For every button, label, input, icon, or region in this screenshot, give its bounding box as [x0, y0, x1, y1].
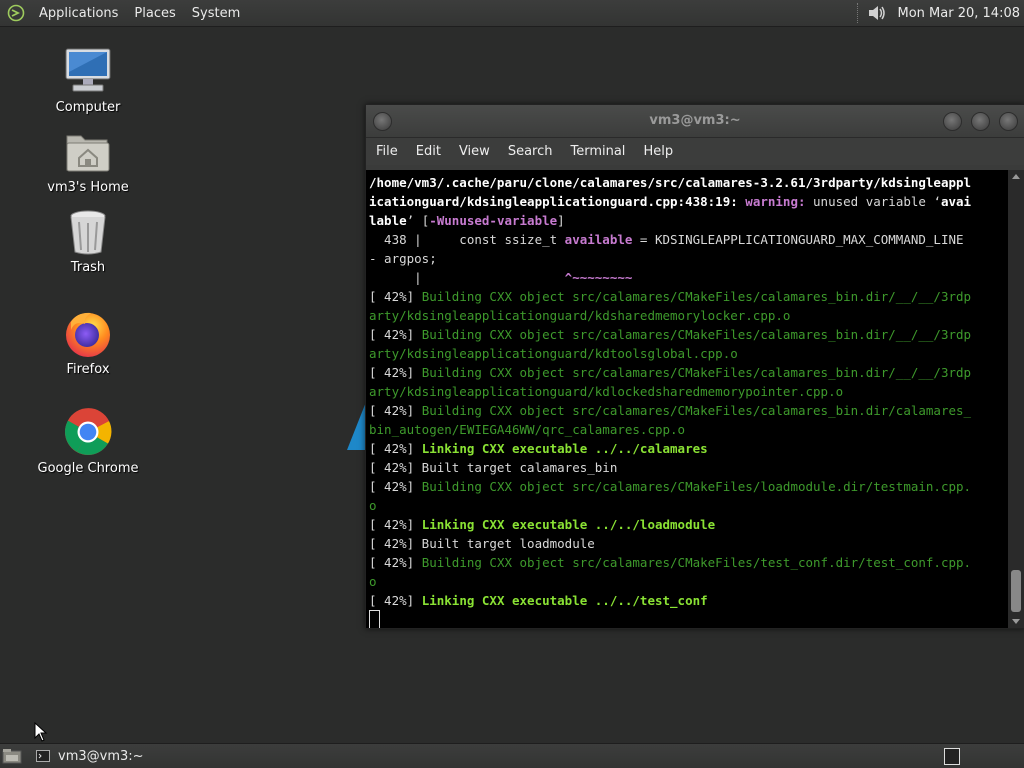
desktop-icon-home[interactable]: vm3's Home — [33, 128, 143, 195]
caret-marker: ^~~~~~~~~ — [564, 270, 633, 285]
close-button[interactable] — [999, 112, 1018, 131]
places-menu[interactable]: Places — [126, 6, 183, 21]
highlighted-identifier: available — [564, 232, 633, 247]
output-text: Building CXX object src/calamares/CMakeF… — [421, 365, 972, 380]
output-line: /home/vm3/.cache/paru/clone/calamares/sr… — [369, 175, 972, 190]
desktop-icon-label: Firefox — [66, 362, 110, 377]
bottom-panel: vm3@vm3:~ — [0, 743, 1024, 768]
menu-view[interactable]: View — [453, 144, 502, 159]
window-title: vm3@vm3:~ — [649, 113, 741, 128]
output-text: Building CXX object src/calamares/CMakeF… — [421, 403, 972, 418]
desktop-icon-label: Computer — [55, 100, 121, 115]
panel-separator — [856, 3, 860, 23]
workspace-switcher[interactable] — [944, 748, 960, 765]
output-line: [ 42%] Built target calamares_bin — [369, 460, 618, 475]
maximize-button[interactable] — [971, 112, 990, 131]
output-text: Building CXX object src/calamares/CMakeF… — [421, 327, 972, 342]
computer-icon — [65, 48, 111, 92]
warning-flag: -Wunused-variable — [429, 213, 558, 228]
output-line: - argpos; — [369, 251, 437, 266]
output-text: 438 | const ssize_t — [369, 232, 565, 247]
output-text: ’ [ — [406, 213, 430, 228]
output-line: o — [369, 498, 377, 513]
warning-label: warning: — [745, 194, 814, 209]
output-line: o — [369, 574, 377, 589]
progress-prefix: [ 42%] — [369, 479, 422, 494]
menu-file[interactable]: File — [370, 144, 410, 159]
output-text: Linking CXX executable ../../loadmodule — [421, 517, 716, 532]
clock[interactable]: Mon Mar 20, 14:08 — [898, 6, 1024, 21]
terminal-icon — [36, 750, 50, 762]
desktop-icon-firefox[interactable]: Firefox — [33, 308, 143, 377]
wallpaper-logo-fragment — [347, 402, 366, 450]
output-line: bin_autogen/EWIEGA46WW/qrc_calamares.cpp… — [369, 422, 686, 437]
menu-edit[interactable]: Edit — [410, 144, 453, 159]
system-menu[interactable]: System — [184, 6, 248, 21]
desktop-icon-computer[interactable]: Computer — [33, 46, 143, 115]
progress-prefix: [ 42%] — [369, 441, 422, 456]
output-text: Building CXX object src/calamares/CMakeF… — [421, 289, 972, 304]
output-line: icationguard/kdsingleapplicationguard.cp… — [369, 194, 746, 209]
desktop-icon-label: vm3's Home — [47, 180, 129, 195]
progress-prefix: [ 42%] — [369, 517, 422, 532]
output-line: arty/kdsingleapplicationguard/kdlockedsh… — [369, 384, 844, 399]
desktop-icon-label: Google Chrome — [37, 461, 139, 476]
output-text: Building CXX object src/calamares/CMakeF… — [421, 479, 972, 494]
desktop-icon-trash[interactable]: Trash — [33, 208, 143, 275]
terminal-cursor — [369, 610, 380, 628]
progress-prefix: [ 42%] — [369, 555, 422, 570]
show-desktop-icon[interactable] — [2, 748, 22, 764]
output-text: lable — [369, 213, 407, 228]
terminal-window[interactable]: vm3@vm3:~ File Edit View Search Terminal… — [365, 104, 1024, 629]
mouse-pointer-icon — [34, 722, 48, 742]
progress-prefix: [ 42%] — [369, 593, 422, 608]
terminal-output[interactable]: /home/vm3/.cache/paru/clone/calamares/sr… — [366, 170, 1008, 628]
home-folder-icon — [66, 135, 110, 172]
scroll-up-arrow-icon[interactable] — [1012, 174, 1020, 179]
minimize-button[interactable] — [943, 112, 962, 131]
terminal-menubar: File Edit View Search Terminal Help — [366, 138, 1024, 165]
desktop-icon-label: Trash — [70, 260, 106, 275]
output-text: Building CXX object src/calamares/CMakeF… — [421, 555, 972, 570]
firefox-icon — [66, 312, 110, 357]
output-text: Linking CXX executable ../../test_conf — [421, 593, 708, 608]
output-text: ] — [557, 213, 565, 228]
progress-prefix: [ 42%] — [369, 289, 422, 304]
progress-prefix: [ 42%] — [369, 403, 422, 418]
menu-search[interactable]: Search — [502, 144, 565, 159]
scroll-down-arrow-icon[interactable] — [1012, 619, 1020, 624]
top-panel: Applications Places System Mon Mar 20, 1… — [0, 0, 1024, 27]
distro-logo-icon[interactable] — [7, 4, 25, 22]
progress-prefix: [ 42%] — [369, 365, 422, 380]
desktop-icon-chrome[interactable]: Google Chrome — [33, 407, 143, 476]
terminal-scrollbar[interactable] — [1008, 170, 1024, 628]
chrome-icon — [65, 408, 112, 455]
trash-icon — [70, 210, 106, 255]
volume-icon[interactable] — [866, 4, 888, 22]
window-titlebar[interactable]: vm3@vm3:~ — [366, 105, 1024, 138]
menu-terminal[interactable]: Terminal — [564, 144, 637, 159]
output-line: [ 42%] Built target loadmodule — [369, 536, 595, 551]
output-text: | — [369, 270, 565, 285]
output-text: avai — [940, 194, 972, 209]
output-text: = KDSINGLEAPPLICATIONGUARD_MAX_COMMAND_L… — [632, 232, 964, 247]
output-text: Linking CXX executable ../../calamares — [421, 441, 708, 456]
applications-menu[interactable]: Applications — [31, 6, 126, 21]
output-line: arty/kdsingleapplicationguard/kdsharedme… — [369, 308, 791, 323]
taskbar-button-label: vm3@vm3:~ — [58, 748, 144, 764]
menu-help[interactable]: Help — [637, 144, 685, 159]
scrollbar-thumb[interactable] — [1011, 570, 1021, 612]
progress-prefix: [ 42%] — [369, 327, 422, 342]
taskbar-terminal-button[interactable]: vm3@vm3:~ — [28, 745, 152, 767]
output-text: unused variable ‘ — [813, 194, 941, 209]
output-line: arty/kdsingleapplicationguard/kdtoolsglo… — [369, 346, 738, 361]
top-panel-tray: Mon Mar 20, 14:08 — [856, 0, 1024, 26]
